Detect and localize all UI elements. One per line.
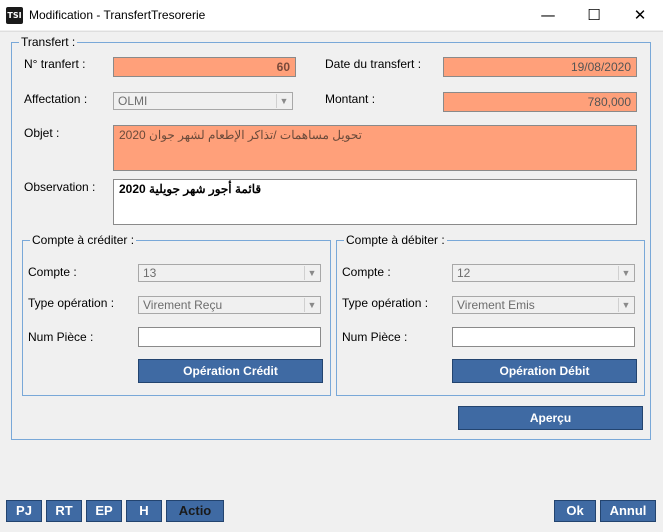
affectation-select[interactable]: OLMI ▼ [113,92,293,110]
observation-field[interactable]: قائمة أجور شهر جويلية 2020 [113,179,637,225]
objet-field[interactable]: تحويل مساهمات /تذاكر الإطعام لشهر جوان 2… [113,125,637,171]
window-title: Modification - TransfertTresorerie [29,8,206,22]
debit-type-label: Type opération : [342,296,429,310]
credit-type-select[interactable]: Virement Reçu ▼ [138,296,321,314]
objet-label: Objet : [24,126,60,140]
debit-compte-value: 12 [457,266,471,280]
app-icon: TSI [6,7,23,24]
debit-piece-input[interactable] [452,327,635,347]
affectation-value: OLMI [118,94,148,108]
pj-button[interactable]: PJ [6,500,42,522]
credit-compte-label: Compte : [28,265,77,279]
annul-button[interactable]: Annul [600,500,656,522]
no-transfert-label: N° tranfert : [24,57,86,71]
maximize-button[interactable]: ☐ [571,0,617,31]
debit-legend: Compte à débiter : [344,233,447,247]
montant-field[interactable]: 780,000 [443,92,637,112]
date-transfert-field[interactable]: 19/08/2020 [443,57,637,77]
rt-button[interactable]: RT [46,500,82,522]
no-transfert-field[interactable]: 60 [113,57,296,77]
debit-compte-select[interactable]: 12 ▼ [452,264,635,282]
chevron-down-icon[interactable]: ▼ [618,266,633,280]
operation-debit-button[interactable]: Opération Débit [452,359,637,383]
action-button[interactable]: Actio [166,500,224,522]
date-transfert-label: Date du transfert : [325,57,422,71]
observation-label: Observation : [24,180,96,194]
credit-compte-value: 13 [143,266,157,280]
credit-type-label: Type opération : [28,296,115,310]
credit-compte-select[interactable]: 13 ▼ [138,264,321,282]
title-bar[interactable]: TSI Modification - TransfertTresorerie —… [0,0,663,31]
debit-piece-label: Num Pièce : [342,330,408,344]
debit-compte-label: Compte : [342,265,391,279]
affectation-label: Affectation : [24,92,88,106]
objet-value: تحويل مساهمات /تذاكر الإطعام لشهر جوان 2… [119,128,362,142]
debit-type-select[interactable]: Virement Emis ▼ [452,296,635,314]
apercu-button[interactable]: Aperçu [458,406,643,430]
debit-type-value: Virement Emis [457,298,535,312]
montant-label: Montant : [325,92,376,106]
chevron-down-icon[interactable]: ▼ [618,298,633,312]
credit-legend: Compte à créditer : [30,233,137,247]
close-button[interactable]: ✕ [617,0,663,31]
h-button[interactable]: H [126,500,162,522]
credit-type-value: Virement Reçu [143,298,223,312]
credit-piece-label: Num Pièce : [28,330,94,344]
chevron-down-icon[interactable]: ▼ [304,266,319,280]
minimize-button[interactable]: — [525,0,571,31]
chevron-down-icon[interactable]: ▼ [276,94,291,108]
observation-value: قائمة أجور شهر جويلية 2020 [119,182,262,196]
ok-button[interactable]: Ok [554,500,596,522]
operation-credit-button[interactable]: Opération Crédit [138,359,323,383]
ep-button[interactable]: EP [86,500,122,522]
transfert-legend: Transfert : [19,35,78,49]
chevron-down-icon[interactable]: ▼ [304,298,319,312]
credit-piece-input[interactable] [138,327,321,347]
